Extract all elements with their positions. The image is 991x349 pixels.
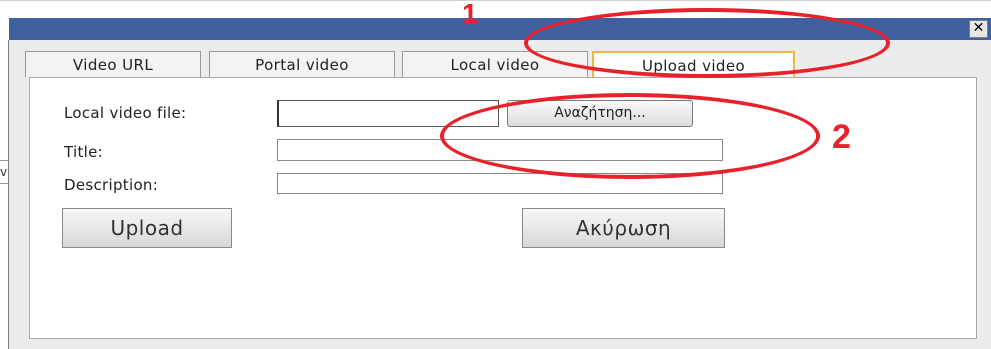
background-page-edge <box>0 0 991 1</box>
tab-video-url[interactable]: Video URL <box>25 51 201 77</box>
description-label: Description: <box>64 176 159 194</box>
upload-dialog: ✕ Video URL Portal video Local video Upl… <box>9 18 991 349</box>
dialog-titlebar[interactable]: ✕ <box>9 18 991 40</box>
title-label: Title: <box>64 143 103 161</box>
local-video-file-input[interactable] <box>277 100 499 127</box>
annotation-number-1: 1 <box>462 0 478 29</box>
background-fragment-text: v <box>0 165 8 179</box>
upload-button[interactable]: Upload <box>62 208 232 248</box>
tab-local-video[interactable]: Local video <box>402 51 588 77</box>
annotation-number-2: 2 <box>832 118 851 156</box>
cancel-button[interactable]: Ακύρωση <box>522 208 725 248</box>
browse-button[interactable]: Αναζήτηση... <box>507 100 693 127</box>
close-icon[interactable]: ✕ <box>969 20 988 38</box>
tab-upload-video[interactable]: Upload video <box>592 51 795 78</box>
title-input[interactable] <box>277 139 723 161</box>
local-video-file-label: Local video file: <box>64 104 187 122</box>
tab-portal-video[interactable]: Portal video <box>209 51 395 77</box>
description-input[interactable] <box>277 173 723 194</box>
